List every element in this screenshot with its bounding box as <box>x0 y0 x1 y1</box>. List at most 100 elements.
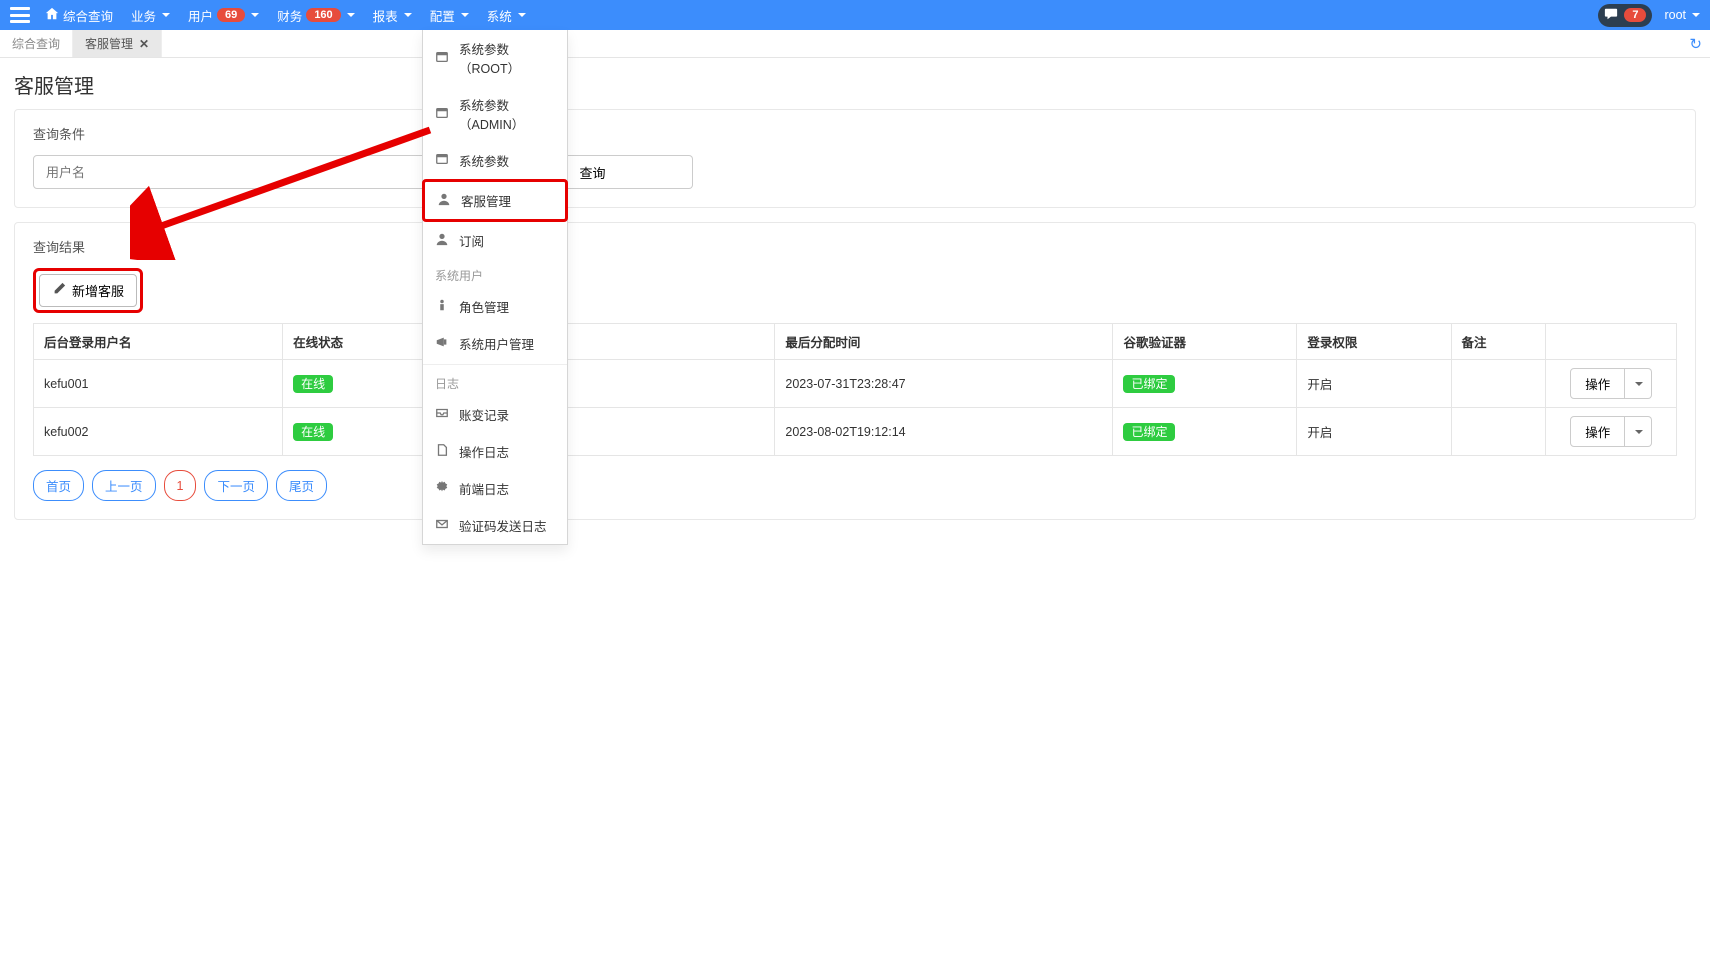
nav-finance-label: 财务 <box>277 6 302 25</box>
cell-ops: 操作 <box>1546 408 1677 456</box>
row-action-caret[interactable] <box>1625 416 1652 447</box>
nav-config[interactable]: 配置 <box>430 6 469 25</box>
nav-home[interactable]: 综合查询 <box>45 6 113 25</box>
pager-next[interactable]: 下一页 <box>204 470 268 501</box>
dropdown-item[interactable]: 订阅 <box>423 222 567 259</box>
doc-icon <box>435 443 449 460</box>
nav-business-label: 业务 <box>131 6 156 25</box>
pager-current[interactable]: 1 <box>164 470 197 501</box>
add-kefu-label: 新增客服 <box>72 281 124 300</box>
dropdown-item[interactable]: 账变记录 <box>423 396 567 433</box>
row-action-caret[interactable] <box>1625 368 1652 399</box>
dropdown-item-label: 操作日志 <box>459 442 509 461</box>
dropdown-item[interactable]: 角色管理 <box>423 288 567 325</box>
dropdown-item-label: 系统用户管理 <box>459 334 534 353</box>
tab-home-label: 综合查询 <box>12 35 60 52</box>
cell-ga: 已绑定 <box>1113 408 1297 456</box>
caret-down-icon <box>404 13 412 17</box>
user-icon <box>437 192 451 209</box>
messages-button[interactable]: 7 <box>1598 4 1652 27</box>
pager: 首页 上一页 1 下一页 尾页 <box>33 470 1677 501</box>
row-action-button[interactable]: 操作 <box>1570 368 1625 399</box>
cell-username: kefu002 <box>34 408 283 456</box>
nav-user[interactable]: 用户 69 <box>188 6 259 25</box>
user-icon <box>435 232 449 249</box>
ga-badge: 已绑定 <box>1123 423 1175 441</box>
cell-perm: 开启 <box>1297 408 1451 456</box>
dropdown-item-label: 系统参数（ADMIN） <box>459 95 555 133</box>
menu-toggle[interactable] <box>10 7 30 23</box>
caret-down-icon <box>461 13 469 17</box>
caret-down-icon <box>1635 382 1643 386</box>
dropdown-item[interactable]: 操作日志 <box>423 433 567 470</box>
dropdown-item-label: 前端日志 <box>459 479 509 498</box>
username-label: root <box>1664 8 1686 22</box>
dropdown-item[interactable]: 客服管理 <box>422 179 568 222</box>
table-row: kefu002在线2023-042023-08-02T19:12:14已绑定开启… <box>34 408 1677 456</box>
dropdown-item[interactable]: 系统参数（ADMIN） <box>423 86 567 142</box>
pencil-icon <box>52 282 66 299</box>
nav-config-label: 配置 <box>430 6 455 25</box>
results-heading: 查询结果 <box>33 237 1677 256</box>
cell-username: kefu001 <box>34 360 283 408</box>
refresh-icon[interactable]: ↻ <box>1689 35 1702 53</box>
dropdown-item[interactable]: 前端日志 <box>423 470 567 507</box>
dropdown-item-label: 订阅 <box>459 231 484 250</box>
nav-business[interactable]: 业务 <box>131 6 170 25</box>
status-badge: 在线 <box>293 423 333 441</box>
nav-system[interactable]: 系统 <box>487 6 526 25</box>
nav-system-label: 系统 <box>487 6 512 25</box>
settings-icon <box>435 106 449 123</box>
pager-prev[interactable]: 上一页 <box>92 470 156 501</box>
dropdown-item-label: 角色管理 <box>459 297 509 316</box>
mail-icon <box>435 517 449 534</box>
dropdown-item-label: 客服管理 <box>461 191 511 210</box>
dropdown-item[interactable]: 验证码发送日志 <box>423 507 567 544</box>
dropdown-item[interactable]: 系统参数（ROOT） <box>423 30 567 86</box>
nav-report-label: 报表 <box>373 6 398 25</box>
dropdown-item-label: 系统参数（ROOT） <box>459 39 555 77</box>
col-note: 备注 <box>1451 324 1546 360</box>
pager-last[interactable]: 尾页 <box>276 470 327 501</box>
dropdown-header: 日志 <box>423 367 567 396</box>
settings-icon <box>435 50 449 67</box>
results-panel: 查询结果 新增客服 后台登录用户名 在线状态 最后上线 最后分配时间 谷歌验证器… <box>14 222 1696 520</box>
cell-perm: 开启 <box>1297 360 1451 408</box>
close-icon[interactable]: ✕ <box>139 37 149 51</box>
dropdown-header: 系统用户 <box>423 259 567 288</box>
page-title: 客服管理 <box>14 70 1696 99</box>
nav-report[interactable]: 报表 <box>373 6 412 25</box>
tab-kefu[interactable]: 客服管理 ✕ <box>73 30 162 57</box>
dropdown-item-label: 系统参数 <box>459 151 509 170</box>
cell-last-assign: 2023-07-31T23:28:47 <box>775 360 1113 408</box>
nav-home-label: 综合查询 <box>63 6 113 25</box>
cell-last-assign: 2023-08-02T19:12:14 <box>775 408 1113 456</box>
settings-icon <box>435 152 449 169</box>
col-ga: 谷歌验证器 <box>1113 324 1297 360</box>
cell-status: 在线 <box>283 360 437 408</box>
nav-finance[interactable]: 财务 160 <box>277 6 354 25</box>
query-panel: 查询条件 查询 <box>14 109 1696 208</box>
pager-first[interactable]: 首页 <box>33 470 84 501</box>
ga-badge: 已绑定 <box>1123 375 1175 393</box>
row-action-button[interactable]: 操作 <box>1570 416 1625 447</box>
caret-down-icon <box>1692 13 1700 17</box>
caret-down-icon <box>162 13 170 17</box>
system-dropdown: 系统参数（ROOT） 系统参数（ADMIN） 系统参数客服管理订阅系统用户角色管理系… <box>422 30 568 545</box>
megaphone-icon <box>435 335 449 352</box>
nav-finance-badge: 160 <box>306 8 340 22</box>
col-perm: 登录权限 <box>1297 324 1451 360</box>
tab-kefu-label: 客服管理 <box>85 35 133 52</box>
user-menu[interactable]: root <box>1664 8 1700 22</box>
dropdown-item[interactable]: 系统用户管理 <box>423 325 567 362</box>
chat-icon <box>1604 7 1618 24</box>
col-status: 在线状态 <box>283 324 437 360</box>
tab-home[interactable]: 综合查询 <box>0 30 73 57</box>
person-icon <box>435 298 449 315</box>
inbox-icon <box>435 406 449 423</box>
caret-down-icon <box>251 13 259 17</box>
col-last-assign: 最后分配时间 <box>775 324 1113 360</box>
add-kefu-button[interactable]: 新增客服 <box>39 274 137 307</box>
dropdown-item[interactable]: 系统参数 <box>423 142 567 179</box>
caret-down-icon <box>518 13 526 17</box>
